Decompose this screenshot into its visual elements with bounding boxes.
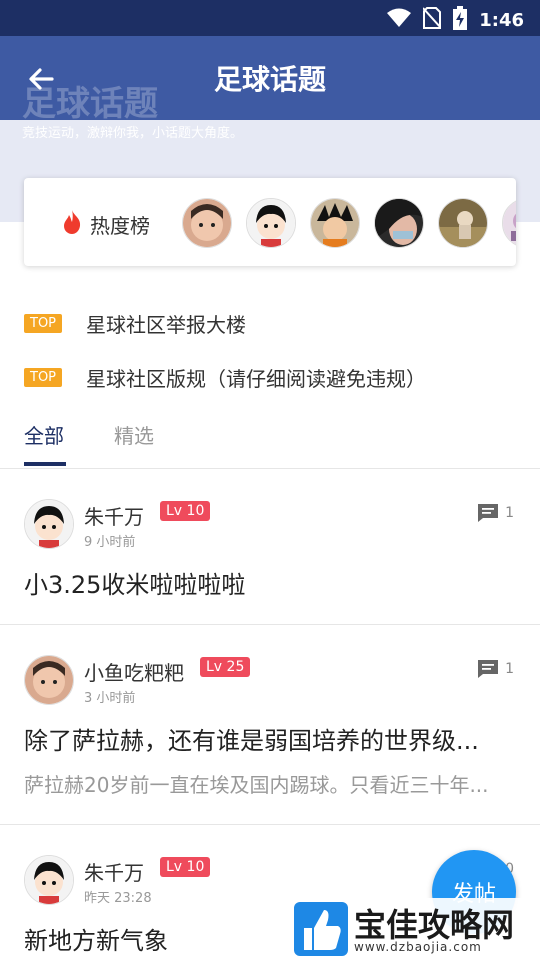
pinned-title: 星球社区举报大楼 bbox=[86, 312, 247, 337]
comment-icon bbox=[478, 504, 499, 522]
pinned-list: TOP 星球社区举报大楼 TOP 星球社区版规（请仔细阅读避免违规） bbox=[24, 296, 524, 404]
wifi-icon bbox=[387, 8, 412, 32]
tab-all[interactable]: 全部 bbox=[24, 420, 66, 466]
battery-charging-icon bbox=[453, 6, 468, 34]
tab-bar: 全部 精选 bbox=[24, 420, 514, 468]
watermark: 宝佳攻略网 www.dzbaojia.com bbox=[292, 898, 540, 960]
pinned-item[interactable]: TOP 星球社区版规（请仔细阅读避免违规） bbox=[24, 350, 524, 404]
top-badge: TOP bbox=[24, 313, 63, 333]
comment-icon bbox=[478, 660, 499, 678]
tab-featured-label: 精选 bbox=[114, 424, 154, 448]
pinned-title: 星球社区版规（请仔细阅读避免违规） bbox=[86, 366, 427, 391]
no-sim-icon bbox=[422, 7, 442, 33]
avatar[interactable] bbox=[246, 198, 296, 248]
post-item[interactable]: 朱千万 Lv 10 9 小时前 1 小3.25收米啦啦啦啦 bbox=[0, 469, 540, 625]
avatar[interactable] bbox=[374, 198, 424, 248]
author-avatar[interactable] bbox=[24, 855, 74, 905]
level-badge: Lv 25 bbox=[200, 657, 251, 677]
author-name[interactable]: 朱千万 bbox=[84, 501, 144, 530]
level-badge: Lv 10 bbox=[160, 501, 211, 521]
post-item[interactable]: 小鱼吃粑粑 Lv 25 3 小时前 1 除了萨拉赫，还有谁是弱国培养的世界级..… bbox=[0, 625, 540, 825]
status-bar: 1:46 bbox=[0, 0, 540, 36]
post-excerpt: 萨拉赫20岁前一直在埃及国内踢球。只看近三十年... bbox=[24, 773, 489, 797]
post-time: 3 小时前 bbox=[84, 691, 136, 706]
comment-count-value: 1 bbox=[505, 661, 514, 677]
tab-featured[interactable]: 精选 bbox=[114, 420, 154, 449]
pinned-item[interactable]: TOP 星球社区举报大楼 bbox=[24, 296, 524, 350]
author-name[interactable]: 小鱼吃粑粑 bbox=[84, 657, 184, 686]
watermark-url: www.dzbaojia.com bbox=[354, 940, 482, 954]
comment-count[interactable]: 1 bbox=[477, 659, 514, 679]
comment-count[interactable]: 1 bbox=[477, 503, 514, 523]
post-title[interactable]: 小3.25收米啦啦啦啦 bbox=[24, 565, 514, 600]
tab-all-label: 全部 bbox=[24, 424, 64, 448]
hot-avatars bbox=[182, 198, 516, 248]
thumbs-up-logo-icon bbox=[294, 902, 348, 956]
avatar[interactable] bbox=[438, 198, 488, 248]
avatar[interactable] bbox=[502, 198, 516, 248]
author-name[interactable]: 朱千万 bbox=[84, 857, 144, 886]
hot-ranking-card[interactable]: 热度榜 bbox=[24, 178, 516, 266]
avatar[interactable] bbox=[182, 198, 232, 248]
tab-indicator bbox=[24, 462, 66, 466]
status-time: 1:46 bbox=[479, 9, 524, 31]
post-time: 9 小时前 bbox=[84, 535, 136, 550]
author-avatar[interactable] bbox=[24, 655, 74, 705]
author-avatar[interactable] bbox=[24, 499, 74, 549]
avatar[interactable] bbox=[310, 198, 360, 248]
fire-icon bbox=[60, 209, 84, 239]
status-icons: 1:46 bbox=[387, 6, 524, 34]
comment-count-value: 1 bbox=[505, 505, 514, 521]
banner-title: 足球话题 bbox=[22, 84, 158, 124]
post-time: 昨天 23:28 bbox=[84, 891, 152, 906]
level-badge: Lv 10 bbox=[160, 857, 211, 877]
top-badge: TOP bbox=[24, 367, 63, 387]
banner-subtitle: 竞技运动，激辩你我，小话题大角度。 bbox=[22, 126, 244, 141]
hot-ranking-label: 热度榜 bbox=[90, 214, 150, 238]
post-title[interactable]: 除了萨拉赫，还有谁是弱国培养的世界级... bbox=[24, 721, 514, 756]
